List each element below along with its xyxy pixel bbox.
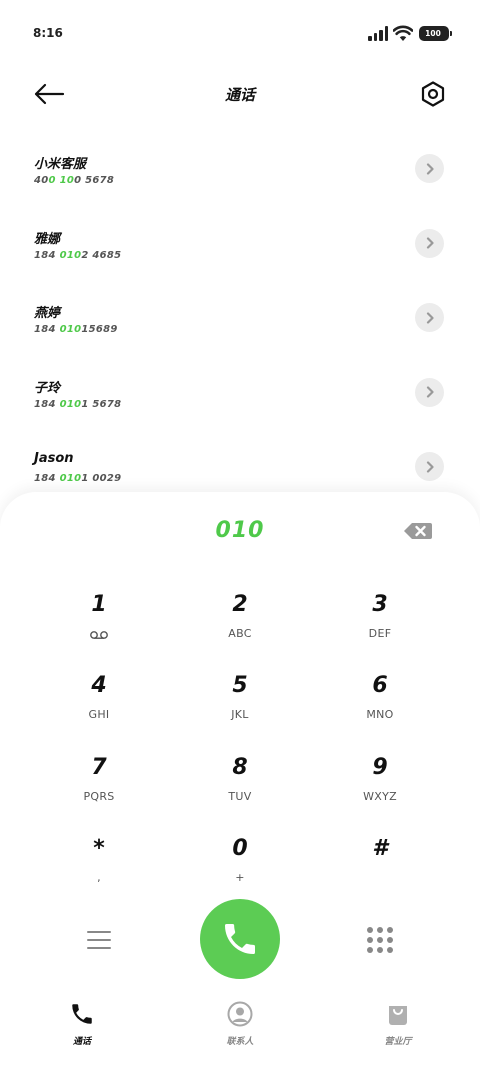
key-digit: 0 <box>232 836 248 861</box>
key-digit: * <box>93 836 105 861</box>
battery-icon: 100 <box>419 26 452 41</box>
matched-digits: 010 <box>59 473 82 484</box>
contact-number: 184 01015689 <box>34 324 118 335</box>
matched-digits: 010 <box>59 398 82 410</box>
key-1[interactable]: 1 <box>39 590 159 660</box>
key-4[interactable]: 4 GHI <box>39 671 159 741</box>
key-digit: 1 <box>91 592 107 617</box>
key-letters: DEF <box>368 627 392 640</box>
key-digit: 8 <box>232 755 248 780</box>
page-title: 通话 <box>224 86 255 104</box>
tab-label: 通话 <box>72 1037 91 1047</box>
contact-list: 小米客服 400 100 5678 雅娜 184 0102 4685 燕婷 18… <box>0 133 480 506</box>
status-bar: 8:16 100 <box>0 0 480 64</box>
key-digit: 6 <box>372 673 388 698</box>
backspace-icon <box>404 523 432 539</box>
person-icon <box>227 1001 253 1027</box>
key-9[interactable]: 9 WXYZ <box>320 753 440 823</box>
contact-name: Jason <box>34 451 74 466</box>
key-letters: JKL <box>231 708 249 721</box>
call-button[interactable] <box>200 899 280 979</box>
tab-label: 营业厅 <box>384 1037 412 1047</box>
key-letters: TUV <box>228 790 252 803</box>
dialpad-panel: 010 1 2 ABC 3 DEF 4 GHI 5 JKL 6 MNO 7 PQ… <box>0 492 480 1067</box>
matched-digits: 0 10 <box>48 175 75 186</box>
chevron-right-icon <box>426 386 434 398</box>
key-2[interactable]: 2 ABC <box>180 590 300 660</box>
matched-digits: 010 <box>59 249 82 261</box>
gear-icon <box>421 81 445 107</box>
status-time: 8:16 <box>33 26 63 40</box>
contact-name: 小米客服 <box>34 157 87 172</box>
chevron-right-icon <box>426 237 434 249</box>
chevron-right-icon <box>426 460 434 473</box>
contact-name: 雅娜 <box>34 231 61 247</box>
header: 通话 <box>0 64 480 124</box>
contact-detail-button[interactable] <box>415 228 444 258</box>
contact-item[interactable]: 燕婷 184 01015689 <box>0 282 480 357</box>
contact-number: 184 0101 0029 <box>34 473 122 484</box>
key-letters: , <box>97 871 101 884</box>
contact-detail-button[interactable] <box>415 303 444 332</box>
tab-calls[interactable]: 通话 <box>32 1000 132 1047</box>
contact-item[interactable]: 小米客服 400 100 5678 <box>0 133 480 208</box>
bottom-tab-bar: 通话 联系人 营业厅 <box>0 990 480 1067</box>
contact-name: 子玲 <box>34 380 61 396</box>
phone-icon <box>72 1004 92 1024</box>
key-digit: 4 <box>91 673 107 698</box>
key-digit: 9 <box>372 755 388 780</box>
key-letters: MNO <box>366 708 394 721</box>
contact-item[interactable]: 子玲 184 0101 5678 <box>0 357 480 432</box>
settings-button[interactable] <box>417 78 449 110</box>
key-8[interactable]: 8 TUV <box>180 753 300 823</box>
menu-line <box>87 947 111 949</box>
menu-button[interactable] <box>86 929 112 951</box>
key-3[interactable]: 3 DEF <box>320 590 440 660</box>
key-7[interactable]: 7 PQRS <box>39 753 159 823</box>
key-digit: 7 <box>91 755 107 780</box>
key-letters: WXYZ <box>363 790 397 803</box>
key-hash[interactable]: # <box>320 834 440 904</box>
key-6[interactable]: 6 MNO <box>320 671 440 741</box>
chevron-right-icon <box>426 311 434 324</box>
wifi-icon <box>393 25 413 41</box>
signal-icon <box>368 26 390 41</box>
contact-detail-button[interactable] <box>415 452 444 481</box>
key-letters: + <box>235 871 245 884</box>
contact-detail-button[interactable] <box>415 377 444 407</box>
key-star[interactable]: * , <box>39 834 159 904</box>
tab-store[interactable]: 营业厅 <box>348 1000 448 1047</box>
phone-icon <box>225 924 255 954</box>
key-digit: 5 <box>232 673 248 698</box>
contact-number: 184 0102 4685 <box>34 249 122 261</box>
shopping-bag-icon <box>389 1006 407 1025</box>
key-digit: 2 <box>232 592 248 617</box>
contact-item[interactable]: 雅娜 184 0102 4685 <box>0 208 480 283</box>
key-letters: PQRS <box>83 790 115 803</box>
key-5[interactable]: 5 JKL <box>180 671 300 741</box>
key-digit: # <box>372 836 388 861</box>
contact-number: 400 100 5678 <box>34 175 115 186</box>
key-0[interactable]: 0 + <box>180 834 300 904</box>
contact-detail-button[interactable] <box>415 154 444 183</box>
matched-digits: 010 <box>59 324 82 335</box>
chevron-right-icon <box>426 162 434 175</box>
tab-label: 联系人 <box>226 1037 254 1047</box>
contact-name: 燕婷 <box>34 306 61 321</box>
menu-line <box>87 939 111 941</box>
key-letters: GHI <box>88 708 110 721</box>
menu-line <box>87 931 111 933</box>
battery-level: 100 <box>425 29 441 38</box>
tab-contacts[interactable]: 联系人 <box>190 1000 290 1047</box>
backspace-button[interactable] <box>403 522 433 540</box>
key-letters: ABC <box>228 627 252 640</box>
voicemail-icon <box>90 631 108 639</box>
keypad-toggle-button[interactable] <box>366 926 394 954</box>
key-digit: 3 <box>372 592 388 617</box>
contact-number: 184 0101 5678 <box>34 398 122 410</box>
